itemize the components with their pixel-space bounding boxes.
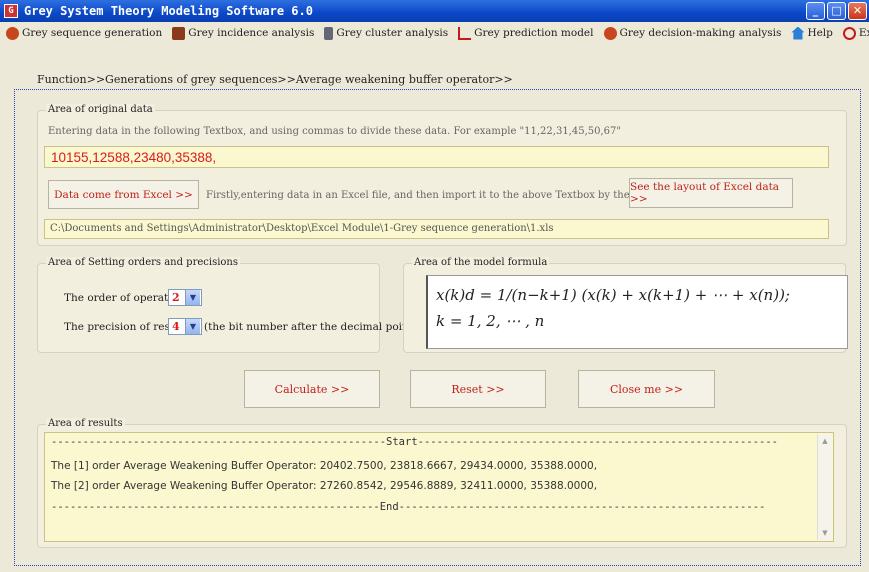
menu-label: Grey incidence analysis <box>188 27 315 39</box>
results-title: Area of results <box>46 418 125 429</box>
formula-title: Area of the model formula <box>412 257 550 268</box>
chevron-down-icon[interactable]: ▼ <box>185 290 200 305</box>
title-bar: G Grey System Theory Modeling Software 6… <box>0 0 869 22</box>
menu-label: Grey cluster analysis <box>336 27 449 39</box>
menu-label: Help <box>807 27 833 39</box>
see-excel-layout-button[interactable]: See the layout of Excel data >> <box>629 178 793 208</box>
minimize-button[interactable]: _ <box>806 2 825 20</box>
precision-note: (the bit number after the decimal point) <box>204 321 418 333</box>
original-data-input[interactable]: 10155,12588,23480,35388, <box>44 146 829 168</box>
settings-title: Area of Setting orders and precisions <box>46 257 240 268</box>
menu-label: Grey prediction model <box>474 27 594 39</box>
scroll-down-icon[interactable]: ▼ <box>818 526 832 540</box>
scroll-up-icon[interactable]: ▲ <box>818 434 832 448</box>
menu-label: Grey decision-making analysis <box>619 27 782 39</box>
settings-group: Area of Setting orders and precisions <box>37 257 380 353</box>
order-value: 2 <box>172 291 180 304</box>
original-data-title: Area of original data <box>46 104 155 115</box>
window-title: Grey System Theory Modeling Software 6.0 <box>24 4 313 18</box>
menu-exit[interactable]: Exit <box>842 26 869 40</box>
menu-grey-decision-making-analysis[interactable]: Grey decision-making analysis <box>603 26 782 40</box>
app-icon: G <box>4 4 18 18</box>
data-from-excel-button[interactable]: Data come from Excel >> <box>48 180 199 209</box>
excel-import-hint: Firstly,entering data in an Excel file, … <box>206 190 687 201</box>
calculate-button[interactable]: Calculate >> <box>244 370 380 408</box>
menu-label: Grey sequence generation <box>22 27 163 39</box>
close-me-button[interactable]: Close me >> <box>578 370 715 408</box>
menu-grey-incidence-analysis[interactable]: Grey incidence analysis <box>172 26 315 40</box>
menu-grey-sequence-generation[interactable]: Grey sequence generation <box>6 26 163 40</box>
chevron-down-icon[interactable]: ▼ <box>185 319 200 334</box>
formula-line-2: k = 1, 2, ⋯ , n <box>436 312 545 330</box>
grey-decision-icon <box>603 26 617 40</box>
excel-file-path: C:\Documents and Settings\Administrator\… <box>44 219 829 239</box>
breadcrumb: Function>>Generations of grey sequences>… <box>37 73 513 86</box>
model-formula: x(k)d = 1/(n−k+1) (x(k) + x(k+1) + ⋯ + x… <box>426 275 848 349</box>
menu-bar: Grey sequence generation Grey incidence … <box>0 22 869 44</box>
results-textarea[interactable]: ----------------------------------------… <box>44 432 834 542</box>
maximize-button[interactable]: □ <box>827 2 846 20</box>
order-select[interactable]: 2 ▼ <box>168 289 202 306</box>
reset-button[interactable]: Reset >> <box>410 370 546 408</box>
precision-select[interactable]: 4 ▼ <box>168 318 202 335</box>
results-end-line: ----------------------------------------… <box>51 501 766 513</box>
grey-cluster-icon <box>324 26 334 40</box>
results-scrollbar[interactable]: ▲ ▼ <box>817 434 832 540</box>
close-window-button[interactable]: ✕ <box>848 2 867 20</box>
original-data-hint: Entering data in the following Textbox, … <box>48 126 621 137</box>
results-line: The [1] order Average Weakening Buffer O… <box>51 460 598 472</box>
grey-prediction-icon <box>458 26 472 40</box>
results-line: The [2] order Average Weakening Buffer O… <box>51 480 598 492</box>
precision-value: 4 <box>172 320 180 333</box>
help-icon <box>791 26 805 40</box>
results-start-line: ----------------------------------------… <box>51 436 778 448</box>
exit-icon <box>842 26 856 40</box>
grey-incidence-icon <box>172 26 186 40</box>
menu-label: Exit <box>858 27 869 39</box>
window-controls: _ □ ✕ <box>806 2 867 20</box>
menu-grey-cluster-analysis[interactable]: Grey cluster analysis <box>324 26 449 40</box>
grey-sequence-icon <box>6 26 19 40</box>
order-label: The order of operators <box>64 292 185 304</box>
menu-grey-prediction-model[interactable]: Grey prediction model <box>458 26 594 40</box>
menu-help[interactable]: Help <box>791 26 833 40</box>
formula-line-1: x(k)d = 1/(n−k+1) (x(k) + x(k+1) + ⋯ + x… <box>436 286 790 304</box>
